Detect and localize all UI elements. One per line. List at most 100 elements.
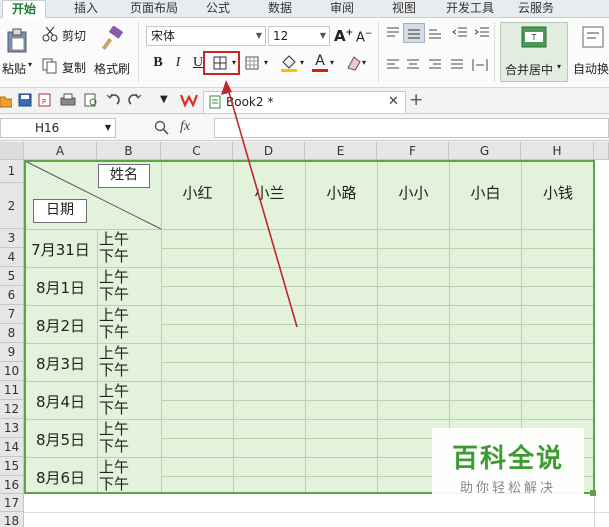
copy-button[interactable]: 复制 [42, 56, 90, 76]
tab-home[interactable]: 开始 [2, 0, 46, 18]
close-icon[interactable]: ✕ [388, 94, 399, 109]
chevron-down-icon[interactable]: ▾ [300, 58, 304, 67]
row-header-3[interactable]: 3 [0, 229, 24, 248]
row-header-11[interactable]: 11 [0, 381, 24, 400]
distributed-icon[interactable] [472, 58, 488, 72]
name-header-cell[interactable]: 小兰 [234, 182, 305, 203]
period-am-cell[interactable]: 上午 [99, 383, 129, 400]
export-pdf-icon[interactable]: P [38, 93, 52, 107]
name-header-cell[interactable]: 小红 [162, 182, 233, 203]
date-cell[interactable]: 8月3日 [24, 353, 97, 374]
column-header-C[interactable]: C [161, 142, 233, 160]
align-bottom-icon[interactable] [428, 26, 442, 40]
column-header-D[interactable]: D [233, 142, 305, 160]
undo-icon[interactable] [106, 93, 120, 107]
row-header-8[interactable]: 8 [0, 324, 24, 343]
new-tab-plus-icon[interactable]: + [409, 90, 423, 110]
align-left-icon[interactable] [386, 58, 400, 72]
fill-color-icon[interactable] [280, 54, 298, 72]
chevron-down-icon[interactable]: ▾ [264, 58, 268, 67]
period-pm-cell[interactable]: 下午 [99, 400, 129, 417]
paste-button[interactable]: 粘贴 ▾ [0, 22, 38, 80]
period-pm-cell[interactable]: 下午 [99, 438, 129, 455]
tab-developer[interactable]: 开发工具 [442, 0, 498, 18]
tab-data[interactable]: 数据 [262, 0, 298, 18]
period-pm-cell[interactable]: 下午 [99, 476, 129, 493]
date-cell[interactable]: 8月2日 [24, 315, 97, 336]
period-am-cell[interactable]: 上午 [99, 269, 129, 286]
worksheet-grid[interactable]: A B C D E F G H 1 2 3 4 5 6 7 8 9 10 11 … [0, 142, 609, 527]
borders-button[interactable]: ▾ [203, 51, 240, 75]
row-header-17[interactable]: 17 [0, 494, 24, 512]
open-folder-icon[interactable] [0, 94, 12, 108]
date-cell[interactable]: 8月5日 [24, 429, 97, 450]
row-header-16[interactable]: 16 [0, 476, 24, 494]
column-header-F[interactable]: F [377, 142, 449, 160]
row-header-10[interactable]: 10 [0, 362, 24, 381]
period-am-cell[interactable]: 上午 [99, 307, 129, 324]
name-header-cell[interactable]: 小钱 [522, 182, 594, 203]
chevron-down-icon[interactable]: ▾ [362, 58, 366, 67]
format-painter-button[interactable]: 格式刷 [94, 22, 134, 80]
date-cell[interactable]: 7月31日 [24, 239, 97, 260]
decrease-indent-icon[interactable] [452, 26, 468, 40]
row-header-1[interactable]: 1 [0, 160, 24, 183]
column-header-B[interactable]: B [97, 142, 161, 160]
print-preview-icon[interactable] [84, 93, 98, 107]
tab-page-layout[interactable]: 页面布局 [124, 0, 184, 18]
period-am-cell[interactable]: 上午 [99, 345, 129, 362]
period-am-cell[interactable]: 上午 [99, 231, 129, 248]
align-right-icon[interactable] [428, 58, 442, 72]
cut-button[interactable]: 剪切 [42, 24, 90, 44]
date-cell[interactable]: 8月4日 [24, 391, 97, 412]
select-all-corner[interactable] [0, 142, 24, 160]
row-header-15[interactable]: 15 [0, 457, 24, 476]
period-pm-cell[interactable]: 下午 [99, 248, 129, 265]
formula-input[interactable] [214, 118, 609, 138]
row-header-2[interactable]: 2 [0, 183, 24, 229]
row-header-7[interactable]: 7 [0, 305, 24, 324]
column-header-next[interactable] [594, 142, 609, 160]
row-header-13[interactable]: 13 [0, 419, 24, 438]
tab-view[interactable]: 视图 [386, 0, 422, 18]
name-header-cell[interactable]: 小小 [378, 182, 449, 203]
fill-handle[interactable] [590, 490, 596, 496]
row-header-9[interactable]: 9 [0, 343, 24, 362]
chevron-down-icon[interactable]: ▾ [330, 58, 334, 67]
column-header-G[interactable]: G [449, 142, 521, 160]
row-header-12[interactable]: 12 [0, 400, 24, 419]
increase-font-icon[interactable]: A+ [334, 27, 353, 45]
row-header-14[interactable]: 14 [0, 438, 24, 457]
wrap-text-button[interactable]: 自动换 [572, 22, 609, 82]
bold-icon[interactable]: B [150, 54, 166, 72]
date-cell[interactable]: 8月6日 [24, 467, 97, 488]
decrease-font-icon[interactable]: A− [356, 29, 372, 45]
document-tab[interactable]: Book2 * ✕ [203, 91, 406, 113]
column-header-H[interactable]: H [521, 142, 594, 160]
align-middle-button[interactable] [403, 23, 425, 43]
align-center-icon[interactable] [406, 58, 420, 72]
save-icon[interactable] [18, 93, 32, 107]
name-header-cell[interactable]: 小白 [450, 182, 521, 203]
font-size-select[interactable]: 12 ▼ [268, 26, 330, 46]
chevron-down-icon[interactable]: ▾ [232, 58, 236, 67]
period-am-cell[interactable]: 上午 [99, 459, 129, 476]
redo-icon[interactable] [128, 93, 142, 107]
clear-format-icon[interactable] [344, 54, 362, 72]
row-header-4[interactable]: 4 [0, 248, 24, 267]
column-header-A[interactable]: A [24, 142, 97, 160]
name-box[interactable]: H16 ▼ [0, 118, 116, 138]
period-pm-cell[interactable]: 下午 [99, 362, 129, 379]
customize-chevron-icon[interactable]: ▼ [160, 94, 168, 105]
font-name-select[interactable]: 宋体 ▼ [146, 26, 266, 46]
merge-center-button[interactable]: T 合并居中 ▾ [500, 22, 568, 82]
increase-indent-icon[interactable] [474, 26, 490, 40]
name-header-cell[interactable]: 小路 [306, 182, 377, 203]
row-header-18[interactable]: 18 [0, 512, 24, 527]
tab-formulas[interactable]: 公式 [200, 0, 236, 18]
tab-cloud[interactable]: 云服务 [514, 0, 558, 18]
period-pm-cell[interactable]: 下午 [99, 286, 129, 303]
cell-style-grid-icon[interactable] [245, 56, 260, 71]
tab-review[interactable]: 审阅 [324, 0, 360, 18]
date-cell[interactable]: 8月1日 [24, 277, 97, 298]
